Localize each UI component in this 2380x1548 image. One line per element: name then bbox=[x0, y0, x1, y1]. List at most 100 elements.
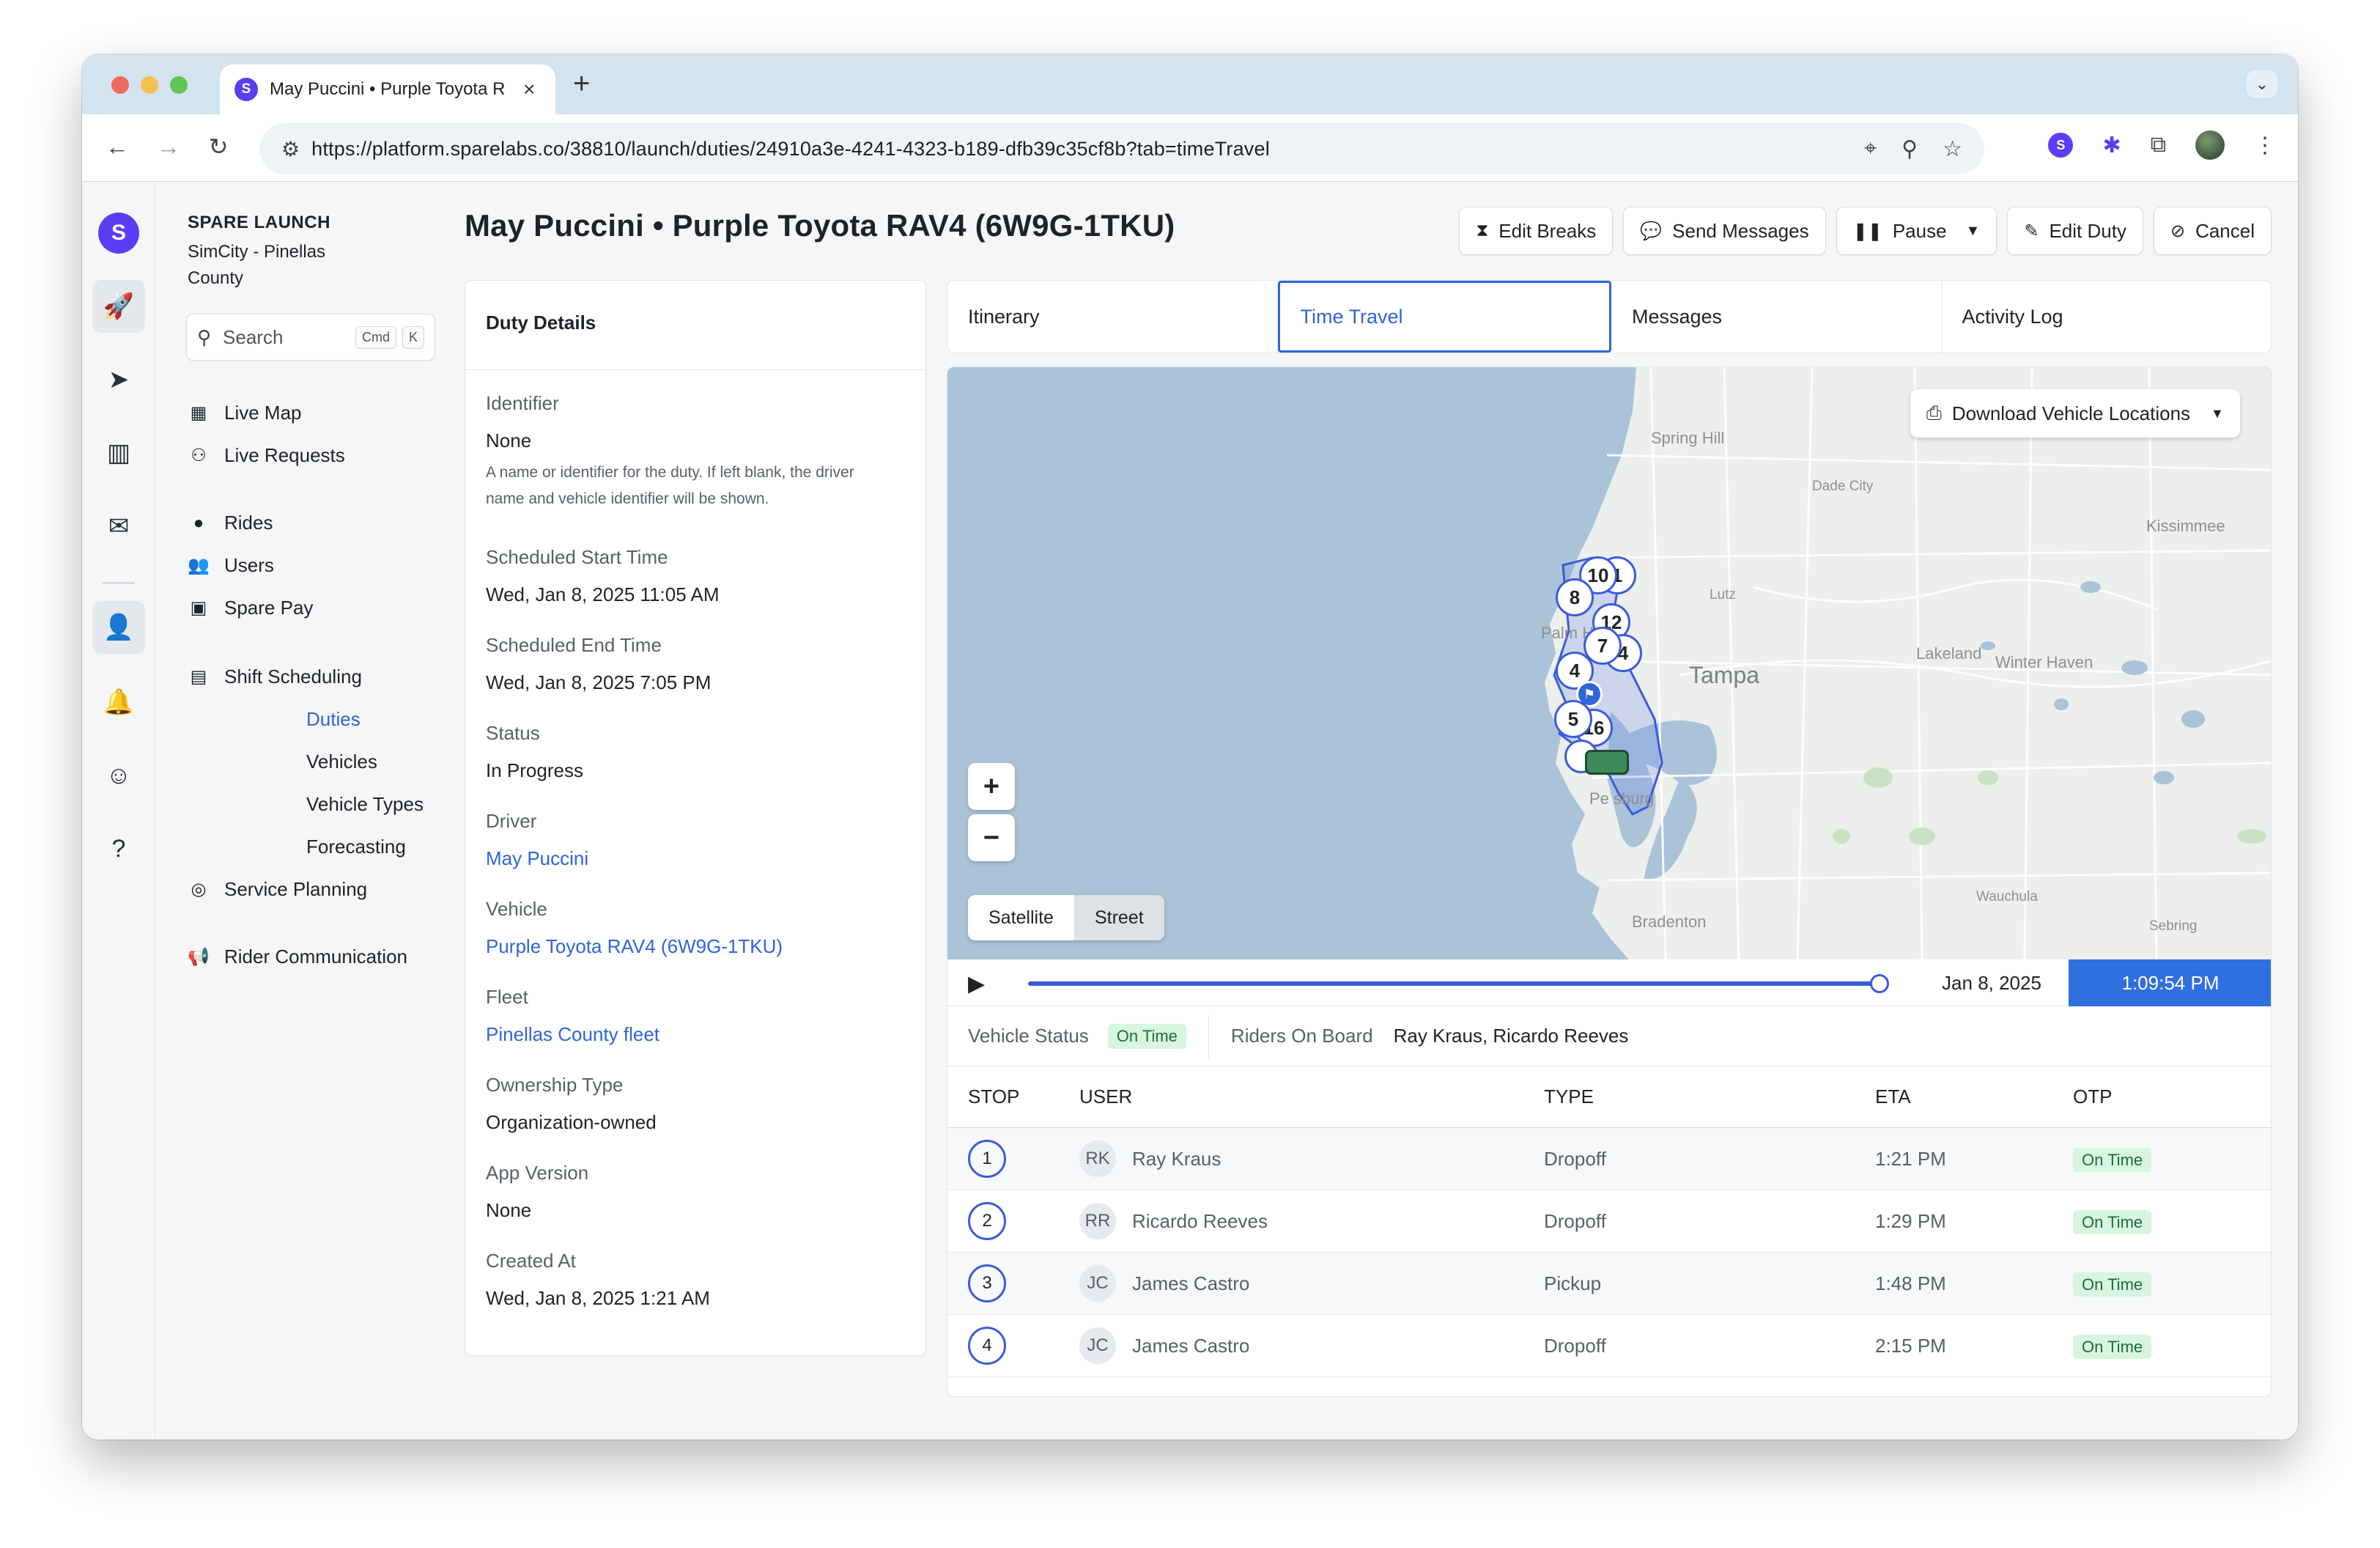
shortcut-k: K bbox=[402, 325, 424, 349]
caret-down-icon[interactable]: ▼ bbox=[2211, 406, 2224, 421]
analytics-bar-chart-icon[interactable]: ▥ bbox=[92, 427, 145, 479]
address-bar[interactable]: ⚙ https://platform.sparelabs.co/38810/la… bbox=[259, 123, 1984, 174]
person-icon[interactable]: 👤 bbox=[92, 601, 145, 654]
spare-logo[interactable]: S bbox=[98, 213, 139, 254]
new-tab-icon[interactable]: + bbox=[573, 67, 590, 100]
support-agent-icon[interactable]: ☺ bbox=[92, 749, 145, 802]
sidebar-item-rides[interactable]: ● Rides bbox=[188, 512, 273, 534]
tab-messages[interactable]: Messages bbox=[1611, 281, 1942, 353]
reload-icon[interactable]: ↻ bbox=[202, 130, 234, 163]
forward-icon[interactable]: → bbox=[152, 130, 185, 163]
table-row[interactable]: 4 JC James Castro Dropoff 2:15 PM On Time bbox=[947, 1315, 2271, 1377]
table-row[interactable]: 3 JC James Castro Pickup 1:48 PM On Time bbox=[947, 1253, 2271, 1315]
bookmark-star-icon[interactable]: ☆ bbox=[1943, 136, 1962, 162]
table-row[interactable]: 1 RK Ray Kraus Dropoff 1:21 PM On Time bbox=[947, 1128, 2271, 1190]
stop-type: Dropoff bbox=[1544, 1334, 1606, 1357]
pause-button[interactable]: ❚❚ Pause ▼ bbox=[1836, 207, 1998, 255]
field-vehicle: Vehicle Purple Toyota RAV4 (6W9G-1TKU) bbox=[486, 898, 783, 958]
field-app-version: App Version None bbox=[486, 1162, 588, 1222]
street-button[interactable]: Street bbox=[1073, 895, 1164, 940]
download-vehicle-locations-button[interactable]: ⎙ Download Vehicle Locations ▼ bbox=[1910, 389, 2240, 438]
scrubber-time[interactable]: 1:09:54 PM bbox=[2069, 959, 2271, 1006]
tab-activity-log[interactable]: Activity Log bbox=[1942, 281, 2272, 353]
edit-duty-button[interactable]: ✎ Edit Duty bbox=[2007, 207, 2143, 255]
user-name[interactable]: Ray Kraus bbox=[1132, 1148, 1221, 1171]
stop-eta: 1:29 PM bbox=[1875, 1209, 1946, 1232]
vehicle-marker-icon[interactable] bbox=[1585, 750, 1629, 775]
vehicle-link[interactable]: Purple Toyota RAV4 (6W9G-1TKU) bbox=[486, 935, 783, 958]
sidebar-item-duties[interactable]: Duties bbox=[306, 708, 361, 731]
fleet-link[interactable]: Pinellas County fleet bbox=[486, 1023, 659, 1046]
scrubber-date[interactable]: Jan 8, 2025 bbox=[1907, 959, 2076, 1006]
zoom-out-button[interactable]: − bbox=[968, 814, 1015, 861]
caret-down-icon[interactable]: ▼ bbox=[1966, 223, 1981, 240]
tab-itinerary[interactable]: Itinerary bbox=[947, 281, 1278, 353]
minimize-window-button[interactable] bbox=[141, 76, 158, 94]
page-title: May Puccini • Purple Toyota RAV4 (6W9G-1… bbox=[465, 208, 1175, 243]
close-tab-icon[interactable]: × bbox=[523, 78, 535, 101]
browser-menu-icon[interactable]: ⋮ bbox=[2254, 133, 2276, 158]
site-settings-icon[interactable]: ⚙ bbox=[281, 137, 300, 161]
search-input[interactable]: ⚲ Search Cmd K bbox=[186, 314, 435, 361]
duty-details-heading: Duty Details bbox=[465, 281, 925, 370]
close-window-button[interactable] bbox=[111, 76, 129, 94]
sidebar-item-spare-pay[interactable]: ▣ Spare Pay bbox=[188, 597, 314, 619]
timeline-handle[interactable] bbox=[1870, 974, 1889, 993]
send-messages-label: Send Messages bbox=[1672, 219, 1809, 242]
help-question-icon[interactable]: ? bbox=[92, 822, 145, 875]
sidebar-item-forecasting[interactable]: Forecasting bbox=[306, 836, 406, 858]
tab-time-travel[interactable]: Time Travel bbox=[1277, 281, 1611, 353]
maximize-window-button[interactable] bbox=[170, 76, 188, 94]
play-icon[interactable]: ▶ bbox=[968, 971, 985, 997]
profile-avatar[interactable] bbox=[2195, 130, 2225, 160]
browser-window: S May Puccini • Purple Toyota R × + ⌄ ← … bbox=[82, 54, 2298, 1440]
sidebar-item-vehicles[interactable]: Vehicles bbox=[306, 751, 377, 773]
stop-marker[interactable]: 5 bbox=[1554, 700, 1592, 738]
megaphone-icon: 📢 bbox=[188, 947, 210, 967]
field-value: Wed, Jan 8, 2025 7:05 PM bbox=[486, 671, 712, 693]
zoom-icon[interactable]: ⚲ bbox=[1902, 136, 1918, 162]
table-row[interactable]: 2 RR Ricardo Reeves Dropoff 1:29 PM On Ti… bbox=[947, 1190, 2271, 1253]
sidebar-item-shift-scheduling[interactable]: ▤ Shift Scheduling bbox=[188, 666, 362, 688]
notifications-bell-icon[interactable]: 🔔 bbox=[92, 676, 145, 729]
timeline-track[interactable] bbox=[1028, 981, 1880, 986]
user-name[interactable]: James Castro bbox=[1132, 1272, 1249, 1295]
mail-icon[interactable]: ✉ bbox=[92, 500, 145, 553]
asterisk-extension-icon[interactable]: ✱ bbox=[2102, 133, 2121, 158]
rail-divider bbox=[103, 582, 135, 584]
sidebar-item-live-map[interactable]: ▦ Live Map bbox=[188, 402, 302, 424]
browser-tab-active[interactable]: S May Puccini • Purple Toyota R × bbox=[220, 64, 555, 114]
sidebar-item-service-planning[interactable]: ◎ Service Planning bbox=[188, 878, 368, 901]
sidebar-item-vehicle-types[interactable]: Vehicle Types bbox=[306, 793, 424, 816]
back-icon[interactable]: ← bbox=[101, 130, 133, 163]
sidebar-item-rider-communication[interactable]: 📢 Rider Communication bbox=[188, 946, 407, 968]
edit-breaks-button[interactable]: ⧗ Edit Breaks bbox=[1459, 207, 1614, 255]
tab-search-chevron-icon[interactable]: ⌄ bbox=[2247, 70, 2277, 98]
sidebar-item-live-requests[interactable]: ⚇ Live Requests bbox=[188, 444, 345, 467]
launch-rocket-icon[interactable]: 🚀 bbox=[92, 280, 145, 333]
pin-icon: ● bbox=[193, 512, 204, 533]
avatar: RK bbox=[1079, 1140, 1116, 1177]
chat-bubble-icon: 💬 bbox=[1640, 221, 1663, 241]
hourglass-icon: ⧗ bbox=[1476, 221, 1489, 240]
map-label-bradenton: Bradenton bbox=[1632, 913, 1707, 931]
sidebar-item-users[interactable]: 👥 Users bbox=[188, 554, 274, 577]
map-view[interactable]: Spring Hill Dade City Kissimmee Lutz Pal… bbox=[947, 367, 2271, 959]
org-subtitle: SimCity - Pinellas County bbox=[188, 242, 326, 288]
satellite-button[interactable]: Satellite bbox=[968, 895, 1074, 940]
spare-extension-icon[interactable]: S bbox=[2048, 133, 2074, 158]
field-created-at: Created At Wed, Jan 8, 2025 1:21 AM bbox=[486, 1250, 710, 1310]
search-icon: ⚲ bbox=[197, 325, 212, 348]
send-paper-plane-icon[interactable]: ➤ bbox=[92, 353, 145, 406]
cancel-button[interactable]: ⊘ Cancel bbox=[2153, 207, 2272, 255]
stop-marker[interactable]: 8 bbox=[1556, 578, 1594, 616]
send-messages-button[interactable]: 💬 Send Messages bbox=[1623, 207, 1826, 255]
zoom-in-button[interactable]: + bbox=[968, 763, 1015, 810]
location-icon[interactable]: ⌖ bbox=[1864, 136, 1877, 162]
driver-link[interactable]: May Puccini bbox=[486, 847, 588, 870]
extensions-puzzle-icon[interactable]: ⧉ bbox=[2151, 133, 2166, 158]
user-name[interactable]: Ricardo Reeves bbox=[1132, 1210, 1268, 1233]
table-header: STOP USER TYPE ETA OTP bbox=[947, 1066, 2271, 1128]
map-label-spring-hill: Spring Hill bbox=[1651, 429, 1725, 447]
user-name[interactable]: James Castro bbox=[1132, 1335, 1249, 1357]
